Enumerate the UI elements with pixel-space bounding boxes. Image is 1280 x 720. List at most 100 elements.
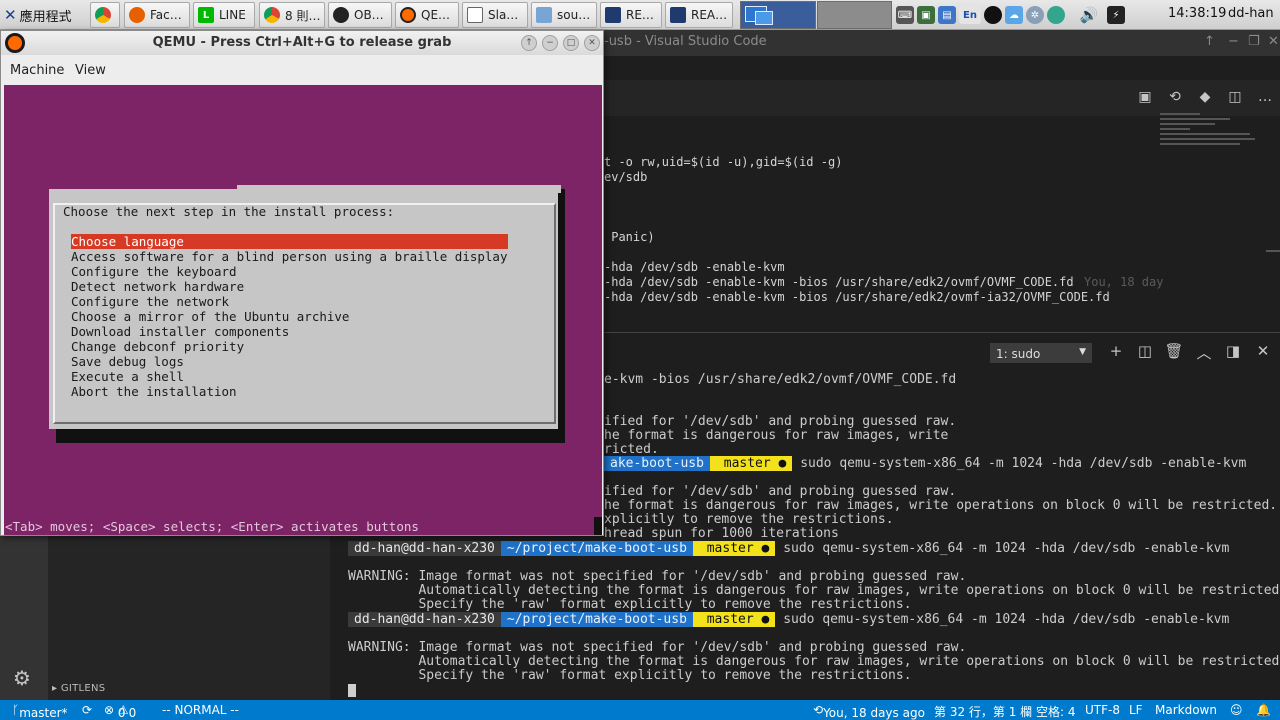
menu-item-configure-network[interactable]: Configure the network [71, 294, 508, 309]
terminal-line: ified for '/dev/sdb' and probing guessed… [604, 414, 957, 429]
close-button[interactable]: ✕ [584, 35, 600, 51]
power-icon[interactable]: ⚡ [1107, 6, 1125, 24]
vscode-close-button[interactable]: ✕ [1268, 34, 1279, 49]
trash-icon[interactable]: 🗑 [1164, 342, 1184, 362]
taskbar-button-chrome-2[interactable]: 8 則… [259, 2, 325, 28]
system-tray: ⌨ ▣ ▤ En ☁ ✲ 🔊 ⚡ [896, 3, 1125, 27]
qemu-titlebar[interactable]: QEMU - Press Ctrl+Alt+G to release grab … [1, 31, 603, 55]
network-icon[interactable] [1047, 6, 1065, 24]
taskbar-button-facebook[interactable]: Fac… [124, 2, 190, 28]
taskbar-button-readme-2[interactable]: REA… [665, 2, 733, 28]
user-name[interactable]: dd-han [1228, 6, 1274, 21]
vscode-maximize-button[interactable]: ❐ [1248, 34, 1260, 49]
code-line: -hda /dev/sdb -enable-kvm [604, 260, 785, 274]
split-editor-icon[interactable]: ◫ [1226, 89, 1244, 107]
menu-item-save-debug-logs[interactable]: Save debug logs [71, 354, 508, 369]
problems-indicator[interactable]: ⊗ 0 ⚠ 0 [104, 703, 136, 720]
vim-mode: -- NORMAL -- [162, 703, 239, 717]
open-preview-icon[interactable]: ▣ [1136, 89, 1154, 107]
close-panel-icon[interactable]: ✕ [1253, 342, 1273, 362]
open-changes-icon[interactable]: ⟲ [1166, 89, 1184, 107]
vscode-minimize-button[interactable]: − [1228, 34, 1239, 49]
git-branch[interactable]: ᚴ master* [12, 703, 68, 720]
smiley-icon[interactable]: ☺ [1230, 703, 1243, 717]
taskbar-button-line[interactable]: L LINE [193, 2, 255, 28]
taskbar-button-obs[interactable]: OB… [328, 2, 392, 28]
menu-view[interactable]: View [75, 63, 106, 78]
menu-machine[interactable]: Machine [10, 63, 64, 78]
clipboard-icon[interactable]: ▤ [938, 6, 956, 24]
chrome-icon [95, 7, 111, 23]
obs-icon [333, 7, 349, 23]
workspace-1[interactable] [740, 1, 816, 29]
toggle-panel-icon[interactable]: ◨ [1223, 342, 1243, 362]
installer-prompt: Choose the next step in the install proc… [63, 204, 395, 219]
terminal-line: WARNING: Image format was not specified … [348, 569, 967, 584]
keyboard-icon[interactable]: ⌨ [896, 6, 914, 24]
qemu-icon [400, 7, 416, 23]
line-icon: L [198, 7, 214, 23]
menu-item-abort-installation[interactable]: Abort the installation [71, 384, 508, 399]
menu-item-debconf-priority[interactable]: Change debconf priority [71, 339, 508, 354]
menu-item-execute-shell[interactable]: Execute a shell [71, 369, 508, 384]
more-actions-icon[interactable]: … [1256, 89, 1274, 107]
cursor-position[interactable]: 第 32 行，第 1 欄 [934, 703, 1032, 720]
vscode-arrow-icon[interactable]: ↑ [1204, 34, 1215, 49]
gitlens-status[interactable]: ⟲ You, 18 days ago [813, 703, 925, 720]
stick-button[interactable]: ↑ [521, 35, 537, 51]
workspace-switcher[interactable] [740, 1, 892, 29]
editor-minimap[interactable] [1160, 110, 1270, 180]
menu-item-download-components[interactable]: Download installer components [71, 324, 508, 339]
taskbar-button-readme[interactable]: RE… [600, 2, 662, 28]
taskbar-button-slack[interactable]: Sla… [462, 2, 528, 28]
volume-icon[interactable]: 🔊 [1080, 6, 1099, 24]
editor-scrollbar[interactable] [1266, 250, 1280, 252]
applications-menu[interactable]: ✕ 應用程式 [4, 3, 72, 27]
gitlens-icon[interactable]: ◆ [1196, 89, 1214, 107]
menu-item-configure-keyboard[interactable]: Configure the keyboard [71, 264, 508, 279]
menu-item-choose-mirror[interactable]: Choose a mirror of the Ubuntu archive [71, 309, 508, 324]
indentation[interactable]: 空格: 4 [1036, 703, 1076, 720]
monitor-icon[interactable]: ▣ [917, 6, 935, 24]
settings-tray-icon[interactable]: ✲ [1026, 6, 1044, 24]
menu-item-detect-network[interactable]: Detect network hardware [71, 279, 508, 294]
language-mode[interactable]: Markdown [1155, 703, 1217, 717]
qemu-window: QEMU - Press Ctrl+Alt+G to release grab … [0, 30, 604, 536]
window-icon [467, 7, 483, 23]
code-line: -hda /dev/sdb -enable-kvm -bios /usr/sha… [604, 290, 1110, 304]
terminal-line: Automatically detecting the format is da… [348, 583, 1280, 598]
taskbar-button-chrome[interactable] [90, 2, 120, 28]
maximize-button[interactable]: □ [563, 35, 579, 51]
screen-edge-block [594, 517, 602, 535]
app-tray-icon[interactable] [984, 6, 1002, 24]
clock[interactable]: 14:38:19 [1168, 6, 1226, 21]
terminal-line: he format is dangerous for raw images, w… [604, 428, 949, 443]
terminal-selector[interactable]: 1: sudo ▼ [990, 343, 1092, 363]
split-terminal-icon[interactable]: ◫ [1135, 342, 1155, 362]
chevron-down-icon: ▼ [1079, 347, 1086, 357]
bell-icon[interactable]: 🔔 [1256, 703, 1271, 717]
chevron-up-icon[interactable]: ︿ [1194, 342, 1214, 362]
menu-item-braille[interactable]: Access software for a blind person using… [71, 249, 508, 264]
editor-icon [670, 7, 686, 23]
taskbar-button-qemu[interactable]: QE… [395, 2, 459, 28]
terminal-line: e-kvm -bios /usr/share/edk2/ovmf/OVMF_CO… [604, 372, 957, 387]
vm-display[interactable]: Choose the next step in the install proc… [4, 85, 602, 535]
ime-indicator[interactable]: En [959, 6, 981, 24]
end-of-line[interactable]: LF [1129, 703, 1143, 717]
menu-item-choose-language[interactable]: Choose language [71, 234, 508, 249]
gear-icon[interactable]: ⚙ [13, 666, 31, 690]
encoding[interactable]: UTF-8 [1085, 703, 1120, 717]
taskbar-button-folder[interactable]: sou… [531, 2, 597, 28]
firefox-icon [129, 7, 145, 23]
sync-icon[interactable]: ⟳ [82, 703, 92, 717]
sidebar-section-gitlens[interactable]: ▸ GITLENS [52, 683, 105, 694]
code-line: Panic) [604, 230, 655, 244]
minimize-button[interactable]: − [542, 35, 558, 51]
applications-label: 應用程式 [19, 9, 72, 25]
chrome-icon [264, 7, 280, 23]
qemu-window-title: QEMU - Press Ctrl+Alt+G to release grab [152, 35, 452, 50]
workspace-2[interactable] [816, 1, 892, 29]
cloud-icon[interactable]: ☁ [1005, 6, 1023, 24]
new-terminal-icon[interactable]: + [1106, 342, 1126, 362]
